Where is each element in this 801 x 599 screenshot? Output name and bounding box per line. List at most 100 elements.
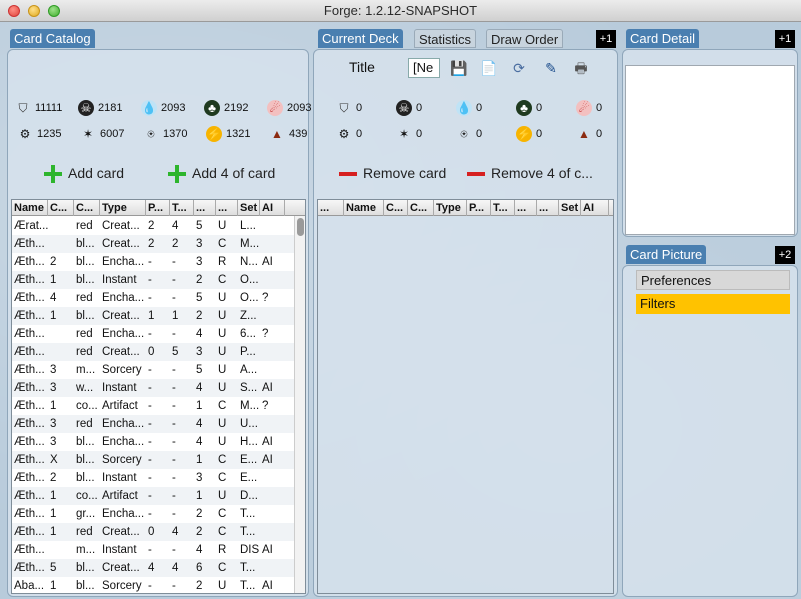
column-header[interactable]: P... xyxy=(467,200,491,216)
table-row[interactable]: Æth... 1 co... Artifact - -1 U D... xyxy=(12,487,295,505)
catalog-energy-count[interactable]: ⚡ 1321 xyxy=(206,126,250,142)
tab-card-picture[interactable]: Card Picture xyxy=(626,245,707,264)
column-header[interactable]: C... xyxy=(408,200,434,216)
deck-cmc-count[interactable]: ▲ 0 xyxy=(576,126,602,142)
tab-card-detail[interactable]: Card Detail xyxy=(626,29,700,48)
table-row[interactable]: Æth... 1 bl... Instant - -2 C O... xyxy=(12,271,295,289)
tab-draw-order[interactable]: Draw Order xyxy=(486,29,564,48)
minimize-window-button[interactable] xyxy=(28,5,40,17)
column-header[interactable]: Set xyxy=(238,200,260,216)
table-row[interactable]: Æth... 2 bl... Encha... - -3 R N... AI xyxy=(12,253,295,271)
deck-tab-overflow-badge[interactable]: +1 xyxy=(596,30,616,48)
table-row[interactable]: Æth... 1 bl... Creat... 1 1 2 U Z... xyxy=(12,307,295,325)
column-header[interactable]: ... xyxy=(515,200,537,216)
catalog-colorless-count[interactable]: ⚙ 1235 xyxy=(17,126,62,142)
table-row[interactable]: Æth... 3 bl... Encha... - -4 U H... AI xyxy=(12,433,295,451)
table-row[interactable]: Æth... 1 red Creat... 0 4 2 C T... xyxy=(12,523,295,541)
deck-blue-mana-count[interactable]: 💧 0 xyxy=(456,100,482,116)
catalog-blue-mana-count[interactable]: 💧 2093 xyxy=(141,100,185,116)
print-icon[interactable]: 🖶 xyxy=(571,58,591,78)
column-header[interactable]: Type xyxy=(100,200,146,216)
table-cell: Z... xyxy=(240,310,257,322)
deck-multicolor-count[interactable]: ⍟ 0 xyxy=(456,126,482,142)
remove-card-button[interactable]: Remove card xyxy=(339,162,446,184)
table-row[interactable]: Æth... 5 bl... Creat... 4 4 6 C T... xyxy=(12,559,295,577)
table-cell xyxy=(48,235,74,253)
table-row[interactable]: Æth... 2 bl... Instant - -3 C E... xyxy=(12,469,295,487)
column-header[interactable]: Type xyxy=(434,200,467,216)
deck-white-mana-count[interactable]: ✶ 0 xyxy=(396,126,422,142)
column-header[interactable]: P... xyxy=(146,200,170,216)
catalog-scrollbar[interactable] xyxy=(294,216,305,593)
open-deck-icon[interactable]: ⟳ xyxy=(509,58,529,78)
tab-statistics[interactable]: Statistics xyxy=(414,29,477,48)
deck-green-mana-count[interactable]: ♣ 0 xyxy=(516,100,542,116)
column-header[interactable]: ... xyxy=(318,200,344,216)
table-row[interactable]: Æth... 3 w... Instant - -4 U S... AI xyxy=(12,379,295,397)
table-cell: 4 xyxy=(196,436,203,448)
column-header[interactable]: C... xyxy=(48,200,74,216)
deck-land-count[interactable]: ⛉ 0 xyxy=(336,100,362,116)
deck-title-input[interactable]: [Ne xyxy=(408,58,440,78)
catalog-scrollbar-thumb[interactable] xyxy=(297,218,304,236)
table-cell: - xyxy=(172,436,176,448)
column-header[interactable]: T... xyxy=(170,200,194,216)
remove-card-label: Remove card xyxy=(363,165,447,181)
remove-4-card-button[interactable]: Remove 4 of c... xyxy=(467,162,593,184)
column-header[interactable]: C... xyxy=(74,200,100,216)
table-row[interactable]: Æth... Xbl... Sorcery - -1 C E... AI xyxy=(12,451,295,469)
catalog-green-mana-count[interactable]: ♣ 2192 xyxy=(204,100,248,116)
deck-table[interactable]: ... Name C... C... Type P... T......... Set AI xyxy=(317,199,614,594)
column-header[interactable]: AI xyxy=(581,200,609,216)
picture-tab-overflow-badge[interactable]: +2 xyxy=(775,246,795,264)
column-header[interactable]: Set xyxy=(559,200,581,216)
table-row[interactable]: Æth... m... Instant - -4 R DIS AI xyxy=(12,541,295,559)
catalog-black-mana-count[interactable]: ☠ 2181 xyxy=(78,100,122,116)
deck-red-mana-count[interactable]: ☄ 0 xyxy=(576,100,602,116)
table-cell: 4 xyxy=(196,382,203,394)
table-row[interactable]: Æth... bl... Creat... 2 2 3 C M... xyxy=(12,235,295,253)
table-cell: Æth... xyxy=(14,382,45,394)
table-cell: AI xyxy=(262,382,273,394)
deck-colorless-count[interactable]: ⚙ 0 xyxy=(336,126,363,142)
table-cell: 5 xyxy=(172,346,179,358)
table-cell: - xyxy=(148,400,152,412)
table-row[interactable]: Æth... 3 red Encha... - -4 U U... xyxy=(12,415,295,433)
table-row[interactable]: Æth... red Creat... 0 5 3 U P... xyxy=(12,343,295,361)
table-row[interactable]: Æth... 1 co... Artifact - -1 C M...? xyxy=(12,397,295,415)
filters-item[interactable]: Filters xyxy=(636,294,790,314)
close-window-button[interactable] xyxy=(8,5,20,17)
catalog-white-mana-count[interactable]: ✶ 6007 xyxy=(80,126,125,142)
tab-current-deck[interactable]: Current Deck xyxy=(318,29,403,48)
tab-card-catalog[interactable]: Card Catalog xyxy=(10,29,95,48)
column-header[interactable]: Name xyxy=(344,200,384,216)
save-icon[interactable]: 💾 xyxy=(449,58,469,78)
column-header[interactable]: ... xyxy=(194,200,216,216)
catalog-land-count[interactable]: ⛉ 11111 xyxy=(15,100,62,116)
save-as-icon[interactable]: ✎ xyxy=(541,58,561,78)
table-row[interactable]: Æth... 3 m... Sorcery - -5 U A... xyxy=(12,361,295,379)
column-header[interactable]: Name xyxy=(12,200,48,216)
column-header[interactable]: ... xyxy=(537,200,559,216)
add-4-card-button[interactable]: Add 4 of card xyxy=(168,162,275,184)
deck-black-mana-count[interactable]: ☠ 0 xyxy=(396,100,422,116)
column-header[interactable]: AI xyxy=(260,200,285,216)
detail-tab-overflow-badge[interactable]: +1 xyxy=(775,30,795,48)
catalog-cmc-count[interactable]: ▲ 439 xyxy=(269,126,307,142)
table-row[interactable]: Æth... red Encha... - -4 U 6...? xyxy=(12,325,295,343)
table-row[interactable]: Aba... 1 bl... Sorcery - -2 U T... AI xyxy=(12,577,295,593)
catalog-table[interactable]: Name C... C... Type P... T......... Set AI Ærat… xyxy=(11,199,306,594)
maximize-window-button[interactable] xyxy=(48,5,60,17)
add-card-button[interactable]: Add card xyxy=(44,162,124,184)
catalog-multicolor-count[interactable]: ⍟ 1370 xyxy=(143,126,187,142)
column-header[interactable]: T... xyxy=(491,200,515,216)
catalog-red-mana-count[interactable]: ☄ 2093 xyxy=(267,100,311,116)
deck-energy-count[interactable]: ⚡ 0 xyxy=(516,126,542,142)
table-row[interactable]: Ærat... red Creat... 2 4 5 U L... xyxy=(12,217,295,235)
table-row[interactable]: Æth... 1 gr... Encha... - -2 C T... xyxy=(12,505,295,523)
new-deck-icon[interactable]: 📄 xyxy=(479,58,499,78)
column-header[interactable]: ... xyxy=(216,200,238,216)
table-row[interactable]: Æth... 4 red Encha... - -5 U O...? xyxy=(12,289,295,307)
preferences-item[interactable]: Preferences xyxy=(636,270,790,290)
column-header[interactable]: C... xyxy=(384,200,408,216)
